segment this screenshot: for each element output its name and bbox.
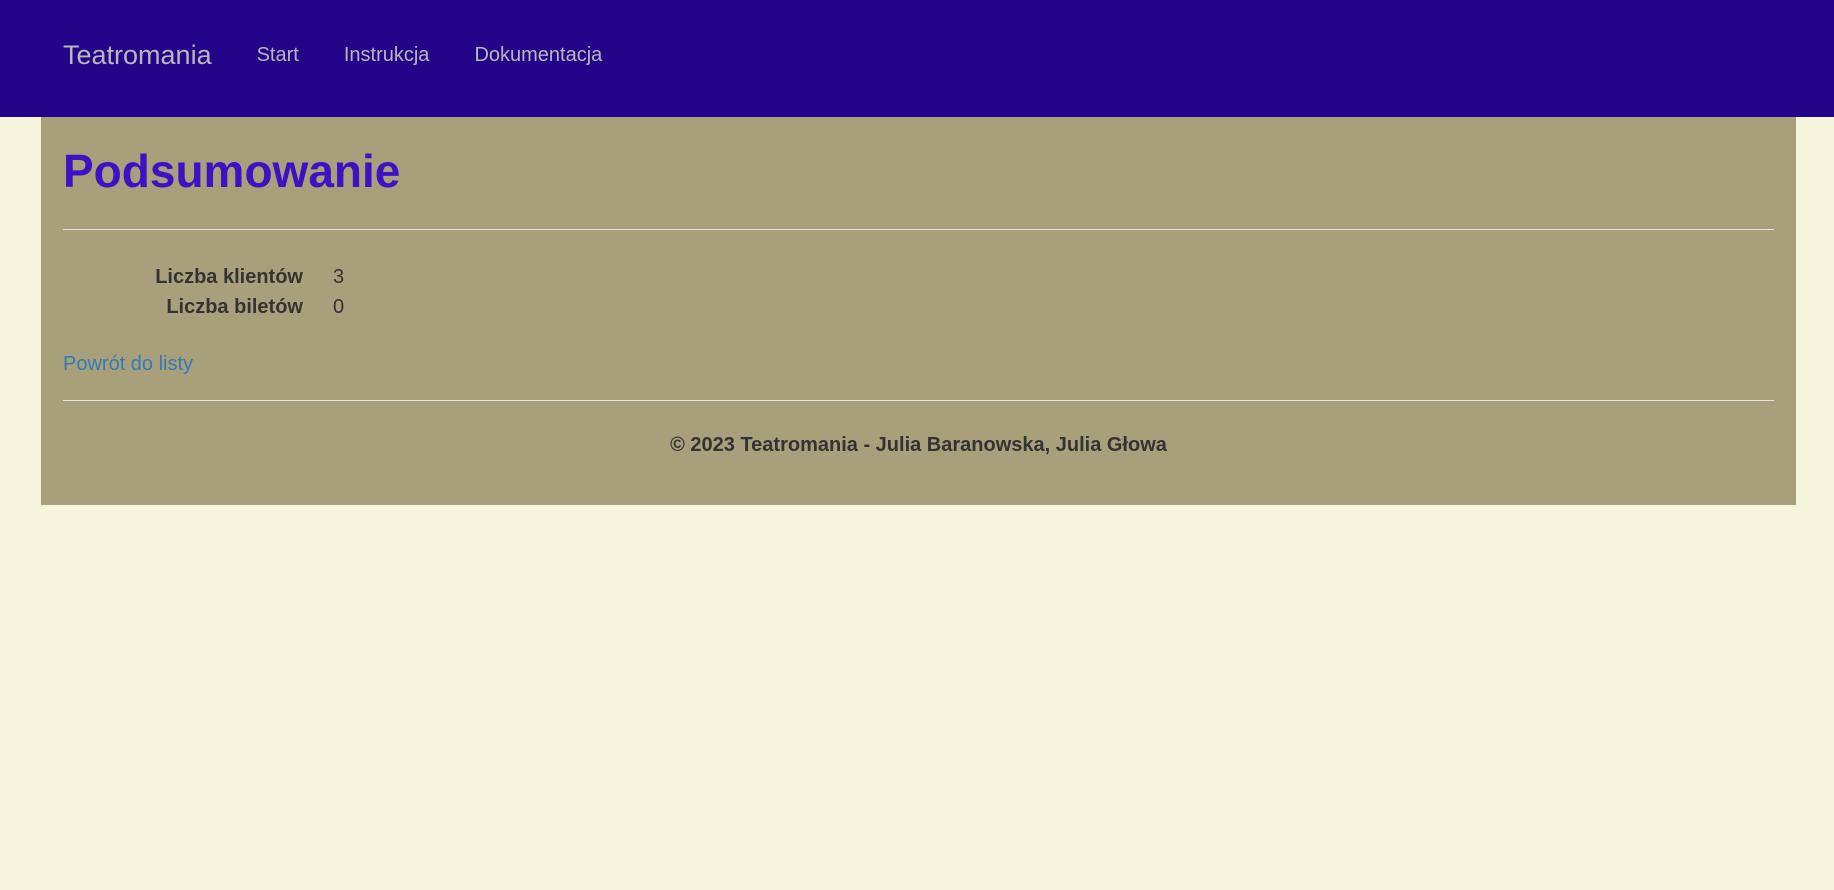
summary-value-tickets: 0 [333, 296, 345, 319]
divider-top [63, 228, 1774, 230]
page-title: Podsumowanie [63, 145, 401, 197]
nav-link-dokumentacja[interactable]: Dokumentacja [474, 44, 602, 67]
summary-row-tickets: Liczba biletów 0 [63, 293, 1774, 323]
content-container: Podsumowanie Liczba klientów 3 Liczba bi… [41, 117, 1796, 505]
summary-list: Liczba klientów 3 Liczba biletów 0 [63, 263, 1774, 323]
summary-value-clients: 3 [333, 266, 345, 289]
brand-link[interactable]: Teatromania [63, 40, 212, 71]
summary-label-tickets: Liczba biletów [166, 296, 303, 319]
nav-link-instrukcja[interactable]: Instrukcja [344, 44, 430, 67]
top-navbar: Teatromania Start Instrukcja Dokumentacj… [0, 0, 1834, 117]
summary-label-clients: Liczba klientów [155, 266, 303, 289]
footer-text: © 2023 Teatromania - Julia Baranowska, J… [670, 433, 1167, 456]
summary-row-clients: Liczba klientów 3 [63, 263, 1774, 293]
nav-link-start[interactable]: Start [257, 44, 299, 67]
back-to-list-link[interactable]: Powrót do listy [63, 353, 193, 376]
divider-bottom [63, 399, 1774, 401]
